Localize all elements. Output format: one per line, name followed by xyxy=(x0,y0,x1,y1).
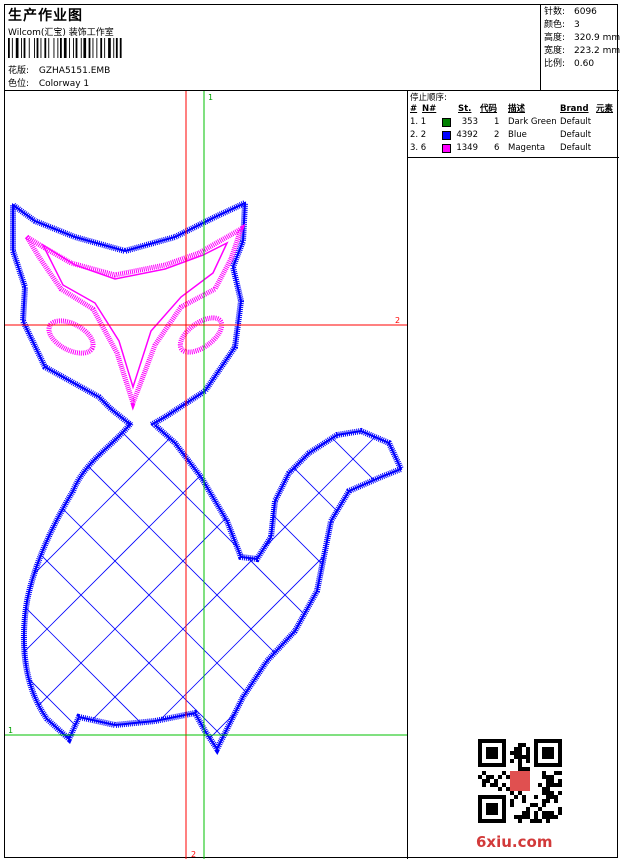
color-swatch xyxy=(442,144,451,153)
page-title: 生产作业图 xyxy=(8,8,83,24)
guide-label-right: 2 xyxy=(395,316,400,325)
mask-right-eye xyxy=(177,315,225,355)
table-row: 3. 6 1349 6 Magenta Default xyxy=(410,143,592,153)
stop-sequence: 停止顺序: # N# St. 代码 描述 Brand 元素 1. 1 353 1… xyxy=(408,91,619,158)
colorway-value: Colorway 1 xyxy=(38,79,90,89)
qr-code xyxy=(478,739,562,823)
stop-sequence-table: # N# St. 代码 描述 Brand 元素 1. 1 353 1 Dark … xyxy=(410,103,618,155)
header: 生产作业图 Wilcom(汇宝) 装饰工作室 花版: GZHA5151.EMB … xyxy=(5,5,620,91)
mask-left-eye xyxy=(46,318,96,356)
design-file-value: GZHA5151.EMB xyxy=(38,66,111,76)
color-swatch xyxy=(442,131,451,140)
stat-scale: 比例: 0.60 xyxy=(544,59,595,69)
table-row: 2. 2 4392 2 Blue Default xyxy=(410,130,592,140)
design-stats: 针数: 6096 颜色: 3 高度: 320.9 mm 宽度: 223.2 mm 比例:… xyxy=(540,5,620,91)
production-worksheet: 生产作业图 Wilcom(汇宝) 装饰工作室 花版: GZHA5151.EMB … xyxy=(4,4,620,859)
design-file-row: 花版: GZHA5151.EMB xyxy=(8,63,110,76)
stat-colors: 颜色: 3 xyxy=(544,20,580,30)
colorway-label: 色位: xyxy=(8,79,30,89)
color-swatch xyxy=(442,118,451,127)
stop-sequence-title: 停止顺序: xyxy=(410,93,447,103)
embroidery-canvas: 1 2 1 2 xyxy=(5,91,407,859)
guide-label-left: 1 xyxy=(8,726,13,735)
stat-stitches: 针数: 6096 xyxy=(544,7,597,17)
colorway-row: 色位: Colorway 1 xyxy=(8,76,89,89)
design-file-label: 花版: xyxy=(8,66,30,76)
guide-label-bottom: 2 xyxy=(191,850,196,859)
stat-height: 高度: 320.9 mm xyxy=(544,33,620,43)
watermark: 6xiu.com xyxy=(476,833,553,851)
side-panel: 停止顺序: # N# St. 代码 描述 Brand 元素 1. 1 353 1… xyxy=(408,91,619,859)
table-row: 1. 1 353 1 Dark Green Default xyxy=(410,117,592,127)
body-fill-grid xyxy=(23,423,401,749)
table-header: # N# St. 代码 描述 Brand 元素 xyxy=(410,104,614,114)
barcode xyxy=(8,38,122,58)
stat-width: 宽度: 223.2 mm xyxy=(544,46,620,56)
guide-label-top: 1 xyxy=(208,93,213,102)
body-outline xyxy=(20,421,406,755)
company-name: Wilcom(汇宝) 装饰工作室 xyxy=(8,28,114,38)
design-preview: 1 2 1 2 xyxy=(5,91,408,859)
